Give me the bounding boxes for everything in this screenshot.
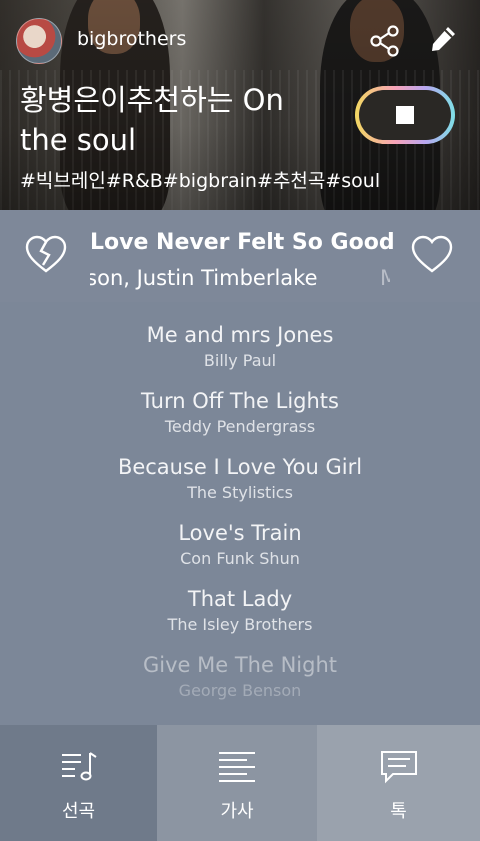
track-title: Give Me The Night: [143, 653, 337, 677]
playlist-title: 황병은이추천하는 On the soul: [20, 83, 284, 157]
track-artist: Teddy Pendergrass: [164, 417, 316, 436]
now-playing-artist: kson, Justin Timberlake: [90, 266, 318, 290]
track-title: Love's Train: [178, 521, 302, 545]
tab-label: 톡: [390, 801, 407, 822]
chat-icon: [380, 751, 417, 784]
stop-button[interactable]: [355, 86, 455, 144]
track-list[interactable]: Me and mrs Jones Billy Paul Turn Off The…: [0, 302, 480, 725]
broken-heart-icon: [25, 235, 67, 273]
bottom-tab-bar: 선곡 가사 톡: [0, 725, 480, 841]
heart-icon: [411, 235, 453, 273]
track-title: Because I Love You Girl: [117, 455, 363, 479]
now-playing-title: Love Never Felt So Good: [90, 230, 395, 255]
track-artist: The Isley Brothers: [167, 615, 313, 634]
tab-song-list[interactable]: 선곡: [0, 725, 157, 841]
list-item[interactable]: Because I Love You Girl The Stylistics: [0, 452, 480, 504]
track-title: Me and mrs Jones: [146, 323, 334, 347]
share-icon: [370, 25, 399, 57]
track-artist: The Stylistics: [187, 483, 293, 502]
track-title: Turn Off The Lights: [141, 389, 339, 413]
playlist-tags: #빅브레인#R&B#bigbrain#추천곡#soul: [20, 170, 381, 192]
tab-label: 선곡: [61, 801, 96, 822]
edit-button[interactable]: [428, 24, 458, 58]
track-title: That Lady: [187, 587, 293, 611]
stop-icon: [396, 106, 414, 124]
list-item[interactable]: Me and mrs Jones Billy Paul: [0, 320, 480, 372]
like-button[interactable]: [410, 234, 454, 274]
track-artist: George Benson: [178, 681, 302, 700]
tab-talk[interactable]: 톡: [317, 725, 480, 841]
now-playing-bar: Love Never Felt So Good kson, Justin Tim…: [0, 210, 480, 302]
playlist-header: bigbrothers 황병은이추천하는 On the soul #빅브레인#R…: [0, 0, 480, 210]
username[interactable]: bigbrothers: [77, 28, 186, 50]
list-item[interactable]: Give Me The Night George Benson: [0, 650, 480, 702]
list-item[interactable]: Love's Train Con Funk Shun: [0, 518, 480, 570]
dislike-button[interactable]: [24, 234, 68, 274]
now-playing-artist-next: M: [380, 266, 390, 290]
tab-label: 가사: [220, 801, 254, 822]
tab-lyrics[interactable]: 가사: [157, 725, 317, 841]
pencil-icon: [432, 27, 455, 51]
music-list-icon: [61, 752, 97, 781]
lyrics-icon: [219, 752, 255, 782]
track-artist: Billy Paul: [203, 351, 277, 370]
now-playing-artist-marquee: kson, Justin Timberlake M: [90, 266, 390, 294]
list-item[interactable]: That Lady The Isley Brothers: [0, 584, 480, 636]
track-artist: Con Funk Shun: [180, 549, 300, 568]
avatar[interactable]: [16, 18, 62, 64]
list-item[interactable]: Turn Off The Lights Teddy Pendergrass: [0, 386, 480, 438]
share-button[interactable]: [368, 24, 402, 58]
